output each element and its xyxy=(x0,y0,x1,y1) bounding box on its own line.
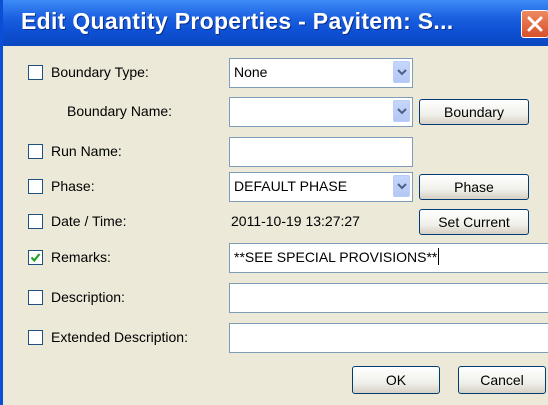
phase-select[interactable]: DEFAULT PHASE xyxy=(229,172,413,202)
boundary-name-dropdown-button[interactable] xyxy=(393,100,410,122)
close-icon xyxy=(527,16,543,32)
boundary-name-row: Boundary Name: Boundary xyxy=(3,97,548,127)
boundary-button[interactable]: Boundary xyxy=(419,99,529,125)
extended-description-label: Extended Description: xyxy=(51,329,188,345)
description-row: Description: xyxy=(3,283,548,313)
title-bar[interactable]: Edit Quantity Properties - Payitem: S... xyxy=(3,0,548,46)
description-input[interactable] xyxy=(229,283,548,313)
phase-label: Phase: xyxy=(51,178,95,194)
boundary-name-label: Boundary Name: xyxy=(67,103,173,119)
description-checkbox[interactable] xyxy=(28,290,43,305)
remarks-row: Remarks: **SEE SPECIAL PROVISIONS** xyxy=(3,243,548,273)
boundary-type-label: Boundary Type: xyxy=(51,64,149,80)
description-label: Description: xyxy=(51,289,125,305)
boundary-type-row: Boundary Type: None xyxy=(3,58,548,88)
checkmark-icon xyxy=(30,253,41,263)
boundary-type-value: None xyxy=(234,64,268,80)
phase-button[interactable]: Phase xyxy=(419,174,529,200)
date-time-row: Date / Time: 2011-10-19 13:27:27 Set Cur… xyxy=(3,207,548,237)
phase-row: Phase: DEFAULT PHASE Phase xyxy=(3,172,548,202)
remarks-input[interactable]: **SEE SPECIAL PROVISIONS** xyxy=(229,243,548,273)
edit-quantity-dialog: Edit Quantity Properties - Payitem: S...… xyxy=(0,0,548,405)
phase-dropdown-button[interactable] xyxy=(393,175,410,197)
phase-checkbox[interactable] xyxy=(28,179,43,194)
remarks-checkbox[interactable] xyxy=(28,250,43,265)
boundary-type-select[interactable]: None xyxy=(229,58,413,88)
extended-description-input[interactable] xyxy=(229,323,548,353)
ok-button[interactable]: OK xyxy=(352,366,440,394)
remarks-label: Remarks: xyxy=(51,249,111,265)
extended-description-row: Extended Description: xyxy=(3,323,548,353)
close-button[interactable] xyxy=(521,10,548,38)
remarks-value: **SEE SPECIAL PROVISIONS** xyxy=(234,249,438,265)
chevron-down-icon xyxy=(397,183,407,190)
set-current-button[interactable]: Set Current xyxy=(419,209,529,235)
run-name-label: Run Name: xyxy=(51,143,122,159)
phase-value: DEFAULT PHASE xyxy=(234,178,348,194)
run-name-input[interactable] xyxy=(229,137,413,167)
text-cursor xyxy=(438,248,440,265)
chevron-down-icon xyxy=(397,69,407,76)
run-name-row: Run Name: xyxy=(3,137,548,167)
boundary-type-checkbox[interactable] xyxy=(28,65,43,80)
date-time-checkbox[interactable] xyxy=(28,214,43,229)
boundary-type-dropdown-button[interactable] xyxy=(393,61,410,83)
cancel-button[interactable]: Cancel xyxy=(458,366,546,394)
date-time-label: Date / Time: xyxy=(51,213,127,229)
dialog-title: Edit Quantity Properties - Payitem: S... xyxy=(21,8,454,34)
extended-description-checkbox[interactable] xyxy=(28,330,43,345)
chevron-down-icon xyxy=(397,108,407,115)
boundary-name-select[interactable] xyxy=(229,97,413,127)
run-name-checkbox[interactable] xyxy=(28,144,43,159)
date-time-value: 2011-10-19 13:27:27 xyxy=(231,213,360,229)
